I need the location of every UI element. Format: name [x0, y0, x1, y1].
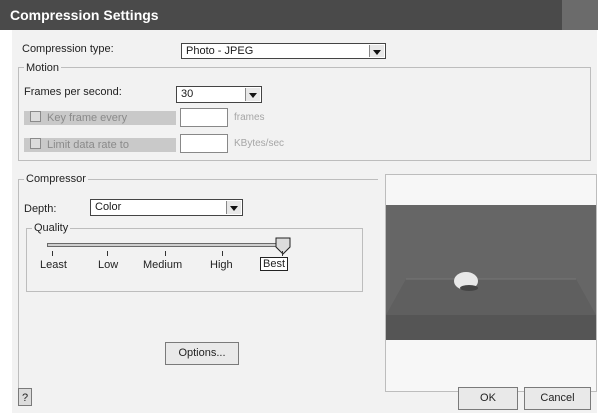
window-title: Compression Settings [10, 7, 159, 23]
cancel-button[interactable]: Cancel [524, 387, 591, 410]
ok-button[interactable]: OK [458, 387, 518, 410]
quality-tick-high [222, 251, 223, 256]
quality-group [26, 228, 363, 292]
quality-tick-low [107, 251, 108, 256]
slider-thumb-icon[interactable] [275, 237, 291, 255]
title-bar: Compression Settings [0, 0, 598, 30]
motion-group-label: Motion [24, 62, 62, 74]
compression-type-value: Photo - JPEG [186, 45, 254, 57]
depth-dropdown[interactable]: Color [90, 199, 243, 216]
quality-tick-best [282, 251, 283, 256]
preview-image [386, 175, 596, 391]
title-bar-caption-area [562, 0, 598, 30]
chevron-down-icon[interactable] [245, 88, 260, 101]
keyframe-unit: frames [234, 112, 265, 123]
keyframe-label: Key frame every [47, 112, 128, 124]
fps-dropdown[interactable]: 30 [176, 86, 262, 103]
preview-panel [385, 174, 597, 392]
keyframe-input[interactable] [180, 108, 228, 127]
limit-data-checkbox[interactable] [30, 138, 41, 149]
help-button[interactable]: ? [18, 388, 32, 406]
quality-level-medium[interactable]: Medium [143, 259, 182, 271]
quality-tick-medium [165, 251, 166, 256]
quality-level-low[interactable]: Low [98, 259, 118, 271]
limit-data-input[interactable] [180, 134, 228, 153]
keyframe-checkbox[interactable] [30, 111, 41, 122]
chevron-down-icon[interactable] [226, 201, 241, 214]
fps-value: 30 [181, 88, 194, 100]
compression-settings-dialog: Compression type: Photo - JPEG Motion Fr… [12, 30, 597, 413]
quality-tick-least [52, 251, 53, 256]
keyframe-checkbox-row[interactable]: Key frame every [24, 111, 176, 125]
limit-data-checkbox-row[interactable]: Limit data rate to [24, 138, 176, 152]
limit-data-label: Limit data rate to [47, 139, 129, 151]
quality-slider-track[interactable] [47, 243, 290, 247]
quality-level-least[interactable]: Least [40, 259, 67, 271]
quality-group-label: Quality [32, 222, 71, 234]
compressor-group-label: Compressor [24, 173, 88, 185]
fps-label: Frames per second: [24, 86, 122, 98]
chevron-down-icon[interactable] [369, 45, 384, 57]
depth-value: Color [95, 201, 122, 213]
quality-level-high[interactable]: High [210, 259, 233, 271]
compression-type-label: Compression type: [22, 43, 114, 55]
options-button[interactable]: Options... [165, 342, 239, 365]
depth-label: Depth: [24, 203, 57, 215]
compression-type-dropdown[interactable]: Photo - JPEG [181, 43, 386, 59]
limit-data-unit: KBytes/sec [234, 138, 285, 149]
quality-level-best[interactable]: Best [260, 257, 289, 271]
